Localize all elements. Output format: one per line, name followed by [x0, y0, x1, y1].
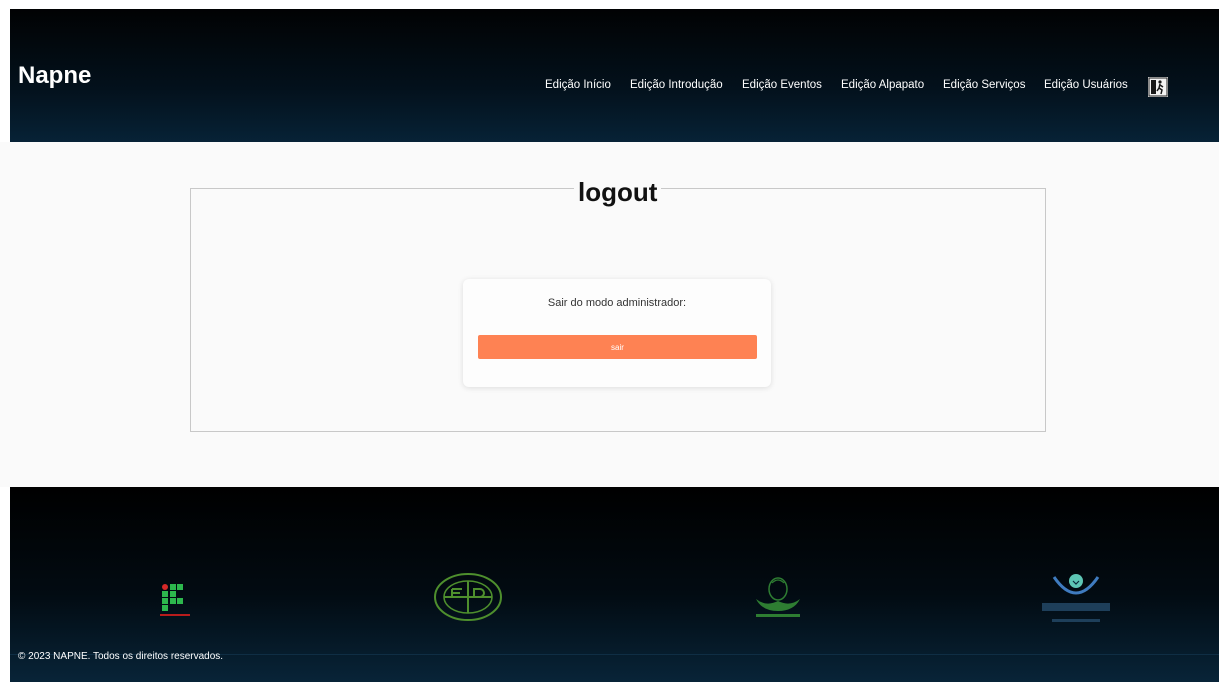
sair-button[interactable]: sair [478, 335, 757, 359]
escola-especial-logo [432, 572, 504, 627]
nav-edicao-alpapato[interactable]: Edição Alpapato [841, 79, 924, 91]
site-footer: © 2023 NAPNE. Todos os direitos reservad… [10, 487, 1219, 682]
apae-logo [748, 575, 808, 626]
nav-edicao-eventos[interactable]: Edição Eventos [742, 79, 822, 91]
logout-card: Sair do modo administrador: sair [463, 279, 771, 387]
copyright-text: © 2023 NAPNE. Todos os direitos reservad… [18, 651, 224, 662]
nav-edicao-servicos[interactable]: Edição Serviços [943, 79, 1025, 91]
main-content: logout Sair do modo administrador: sair [0, 142, 1219, 487]
nav-edicao-inicio[interactable]: Edição Início [545, 79, 611, 91]
if-logo [160, 583, 190, 624]
exit-icon[interactable] [1148, 77, 1168, 97]
louis-braille-logo [1040, 569, 1112, 636]
main-nav: Edição Início Edição Introdução Edição E… [10, 79, 1219, 99]
nav-edicao-usuarios[interactable]: Edição Usuários [1044, 79, 1128, 91]
logout-prompt: Sair do modo administrador: [547, 297, 687, 309]
nav-edicao-introducao[interactable]: Edição Introdução [630, 79, 723, 91]
page-title: logout [574, 177, 662, 208]
site-header: Napne Edição Início Edição Introdução Ed… [10, 9, 1219, 142]
